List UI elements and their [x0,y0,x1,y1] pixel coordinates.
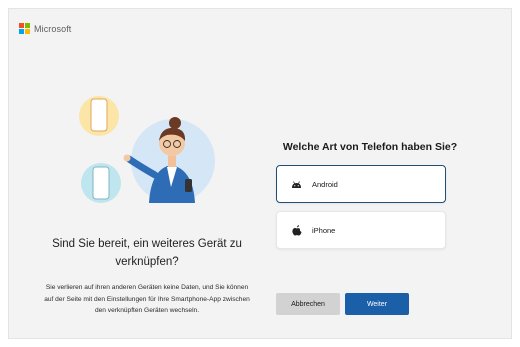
option-iphone[interactable]: iPhone [276,211,446,249]
left-description: Sie verlieren auf ihren anderen Geräten … [44,284,250,314]
cancel-button[interactable]: Abbrechen [276,293,340,315]
microsoft-logo-icon [19,23,30,34]
option-android[interactable]: Android [276,165,446,203]
setup-window: Microsoft Sind Sie bereit, ein weiteres … [8,8,512,339]
apple-icon [291,224,302,236]
brand-name: Microsoft [34,23,72,34]
android-icon [291,179,302,190]
option-android-label: Android [312,179,338,189]
left-title: Sind Sie bereit, ein weiteres Gerät zu v… [52,238,242,268]
option-iphone-label: iPhone [312,225,336,235]
next-button[interactable]: Weiter [345,293,409,315]
brand: Microsoft [19,23,71,34]
linking-illustration [79,96,215,203]
question-title: Welche Art von Telefon haben Sie? [282,141,458,153]
